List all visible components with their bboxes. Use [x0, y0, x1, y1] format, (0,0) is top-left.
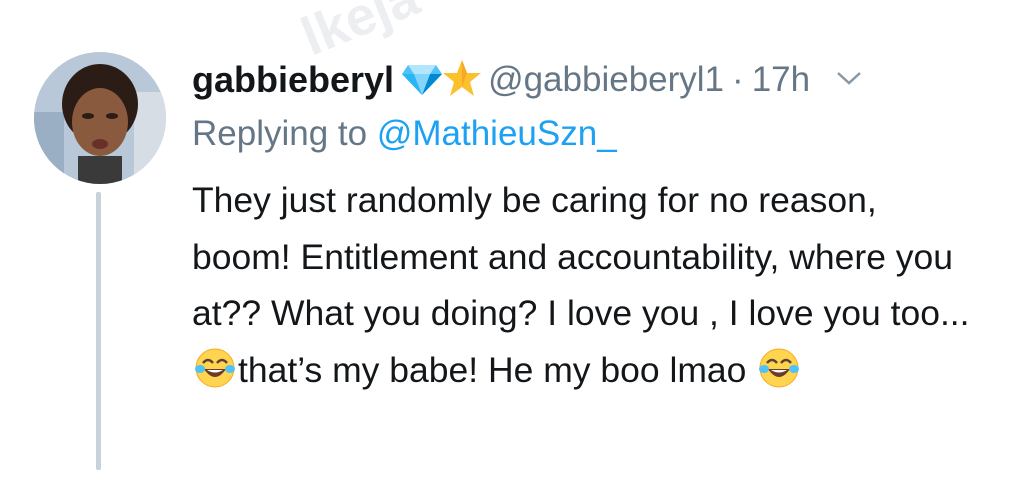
tweet-text-part-2: that’s my babe! He my boo lmao: [238, 349, 747, 390]
tweet-header: gabbieberyl @gabbieberyl1 · 17h: [192, 52, 992, 108]
replying-to: Replying to @MathieuSzn_: [192, 108, 992, 160]
face-with-tears-of-joy-icon: [194, 347, 236, 389]
display-name[interactable]: gabbieberyl: [192, 59, 394, 101]
tweet-text-part-1: They just randomly be caring for no reas…: [192, 180, 970, 333]
star-icon: [442, 59, 482, 102]
timestamp[interactable]: 17h: [752, 60, 810, 100]
tweet-content: gabbieberyl @gabbieberyl1 · 17h Replying…: [192, 52, 992, 398]
avatar-image: [34, 52, 166, 184]
tweet-text: They just randomly be caring for no reas…: [192, 172, 982, 398]
thread-line: [96, 192, 101, 470]
replying-to-label: Replying to: [192, 114, 368, 153]
face-with-tears-of-joy-icon: [758, 347, 800, 389]
diamond-icon: [402, 61, 443, 100]
reply-mention-link[interactable]: @MathieuSzn_: [377, 114, 617, 153]
chevron-down-icon[interactable]: [836, 70, 862, 91]
user-handle[interactable]: @gabbieberyl1: [488, 60, 724, 100]
avatar[interactable]: [34, 52, 166, 184]
separator-dot: ·: [732, 60, 744, 99]
tweet-card[interactable]: lkeja gabbieberyl @gabbieberyl1 · 17h Re…: [0, 0, 1024, 491]
